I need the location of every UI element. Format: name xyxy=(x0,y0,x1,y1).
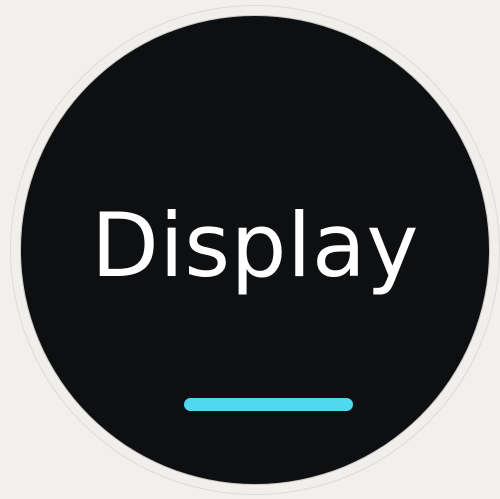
display-title: Display xyxy=(91,194,419,297)
accent-indicator-bar xyxy=(184,398,353,411)
watch-frame: Display xyxy=(10,5,500,495)
watch-screen[interactable]: Display xyxy=(21,16,489,484)
